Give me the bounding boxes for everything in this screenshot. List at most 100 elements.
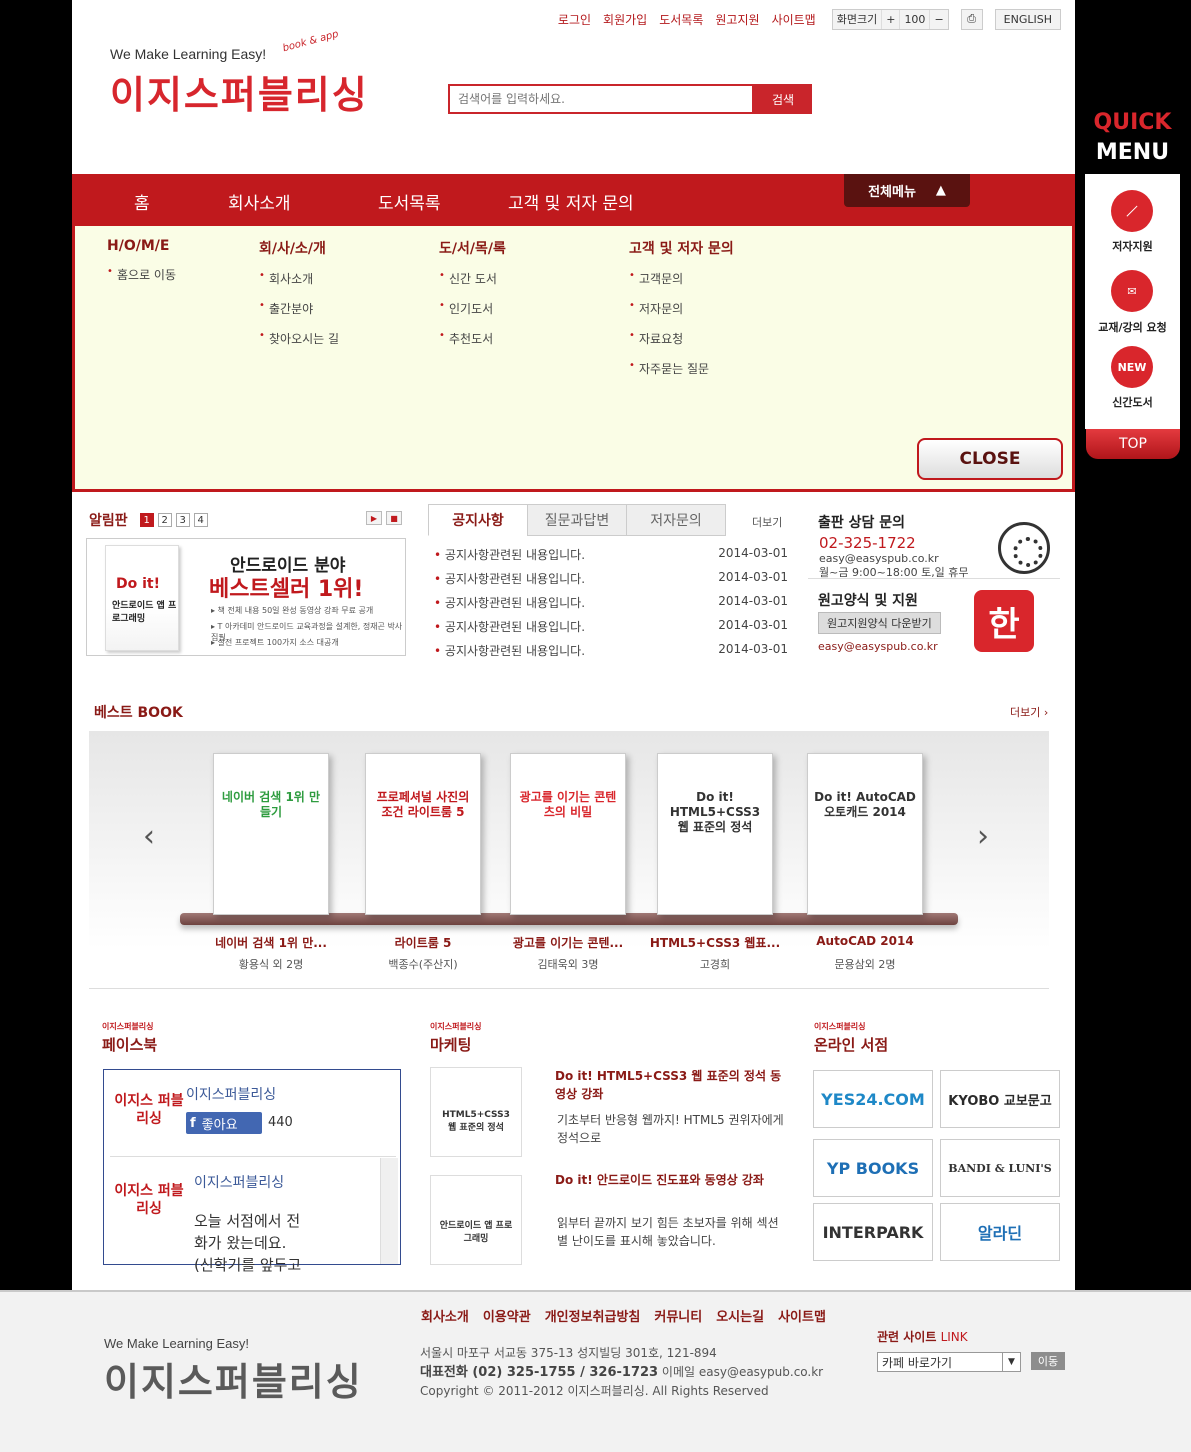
- print-icon[interactable]: ⎙: [960, 8, 983, 30]
- book-cover[interactable]: 광고를 이기는 콘텐츠의 비밀: [510, 753, 626, 915]
- book-cover[interactable]: 네이버 검색 1위 만들기: [213, 753, 329, 915]
- facebook-like-button[interactable]: f 좋아요: [186, 1112, 262, 1134]
- book-cover[interactable]: 프로페셔널 사진의 조건 라이트룸 5: [365, 753, 481, 915]
- play-icon[interactable]: ▶: [366, 511, 382, 525]
- mega-col-title: 회/사/소/개: [259, 241, 326, 257]
- list-item[interactable]: 공지사항관련된 내용입니다.2014-03-01: [434, 570, 788, 594]
- marketing-item-title[interactable]: Do it! 안드로이드 진도표와 동영상 강좌: [555, 1171, 785, 1189]
- close-menu-button[interactable]: CLOSE: [917, 438, 1063, 480]
- footer-link[interactable]: 오시는길: [716, 1306, 764, 1325]
- banner-book-series: Do it!: [116, 576, 160, 592]
- book-title[interactable]: 네이버 검색 1위 만...: [201, 934, 341, 951]
- marketing-item-desc: 읽부터 끝까지 보기 힘든 초보자를 위해 섹션별 난이도를 표시해 놓았습니다…: [557, 1216, 779, 1248]
- facebook-label-small: 이지스퍼블리싱: [102, 1022, 154, 1031]
- mega-item[interactable]: 고객문의: [629, 270, 734, 300]
- nav-books[interactable]: 도서목록: [378, 189, 441, 214]
- search-input[interactable]: [448, 84, 754, 114]
- tab-qna[interactable]: 질문과답변: [527, 504, 627, 536]
- facebook-icon: f: [190, 1115, 196, 1131]
- manuscript-email: easy@easyspub.co.kr: [818, 640, 938, 653]
- best-book-carousel: ‹ › 네이버 검색 1위 만들기 프로페셔널 사진의 조건 라이트룸 5 광고…: [89, 731, 1049, 989]
- english-button[interactable]: ENGLISH: [994, 8, 1061, 30]
- join-link[interactable]: 회원가입: [603, 11, 647, 28]
- chevron-left-icon[interactable]: ‹: [143, 819, 155, 854]
- manuscript-link[interactable]: 원고지원: [715, 11, 759, 28]
- notice-page-3[interactable]: 3: [175, 513, 190, 527]
- site-logo[interactable]: We Make Learning Easy! book & app 이지스퍼블리…: [110, 29, 369, 119]
- facebook-post-name[interactable]: 이지스퍼블리싱: [194, 1172, 284, 1192]
- store-ypbooks[interactable]: YP BOOKS: [813, 1139, 933, 1197]
- footer-link[interactable]: 개인정보취급방침: [545, 1306, 641, 1325]
- notice-page-1[interactable]: 1: [139, 513, 154, 527]
- marketing-book-image[interactable]: HTML5+CSS3 웹 표준의 정석: [430, 1067, 522, 1157]
- book-title[interactable]: HTML5+CSS3 웹표...: [645, 934, 785, 951]
- contact-box: 출판 상담 문의 02-325-1722 easy@easyspub.co.kr…: [808, 504, 1060, 660]
- nav-home[interactable]: 홈: [134, 189, 150, 214]
- chevron-right-icon[interactable]: ›: [977, 819, 989, 854]
- nav-support[interactable]: 고객 및 저자 문의: [508, 189, 634, 214]
- font-size-minus-button[interactable]: −: [930, 10, 947, 29]
- facebook-page-name[interactable]: 이지스퍼블리싱: [186, 1084, 276, 1104]
- marketing-item-title[interactable]: Do it! HTML5+CSS3 웹 표준의 정석 동영상 강좌: [555, 1067, 785, 1103]
- top-button[interactable]: TOP: [1086, 429, 1180, 459]
- nav-company[interactable]: 회사소개: [228, 189, 291, 214]
- footer-link[interactable]: 회사소개: [421, 1306, 469, 1325]
- list-item[interactable]: 공지사항관련된 내용입니다.2014-03-01: [434, 594, 788, 618]
- mail-icon[interactable]: ✉: [1111, 270, 1153, 312]
- list-item[interactable]: 공지사항관련된 내용입니다.2014-03-01: [434, 546, 788, 570]
- book-cover[interactable]: Do it! HTML5+CSS3 웹 표준의 정석: [657, 753, 773, 915]
- login-link[interactable]: 로그인: [558, 11, 591, 28]
- scrollbar[interactable]: [380, 1158, 398, 1264]
- pencil-icon[interactable]: ／: [1111, 190, 1153, 232]
- best-more-link[interactable]: 더보기 ›: [1010, 704, 1048, 720]
- store-aladin[interactable]: 알라딘: [940, 1203, 1060, 1261]
- notice-title: 알림판: [89, 513, 128, 529]
- mega-item[interactable]: 자주묻는 질문: [629, 360, 734, 390]
- related-sites-select[interactable]: 카페 바로가기 ▼: [877, 1352, 1021, 1372]
- promo-banner[interactable]: Do it! 안드로이드 앱 프로그래밍 안드로이드 분야 베스트셀러 1위! …: [86, 538, 406, 656]
- notice-page-2[interactable]: 2: [157, 513, 172, 527]
- book-cover[interactable]: Do it! AutoCAD 오토캐드 2014: [807, 753, 923, 915]
- mega-item[interactable]: 추천도서: [439, 330, 506, 360]
- tab-author[interactable]: 저자문의: [626, 504, 726, 536]
- mega-item[interactable]: 출간분야: [259, 300, 339, 330]
- font-size-plus-button[interactable]: +: [882, 9, 901, 29]
- mega-item[interactable]: 신간 도서: [439, 270, 506, 300]
- sitemap-link[interactable]: 사이트맵: [772, 11, 816, 28]
- footer-link[interactable]: 커뮤니티: [654, 1306, 702, 1325]
- mega-item[interactable]: 자료요청: [629, 330, 734, 360]
- chevron-down-icon: ▼: [1002, 1353, 1020, 1371]
- store-interpark[interactable]: INTERPARK: [813, 1203, 933, 1261]
- mega-item[interactable]: 홈으로 이동: [107, 266, 176, 296]
- footer-link[interactable]: 사이트맵: [778, 1306, 826, 1325]
- mega-item[interactable]: 회사소개: [259, 270, 339, 300]
- mega-item[interactable]: 저자문의: [629, 300, 734, 330]
- board-more-link[interactable]: 더보기: [752, 514, 782, 530]
- new-badge-icon[interactable]: NEW: [1111, 346, 1153, 388]
- quick-item-request[interactable]: 교재/강의 요청: [1085, 319, 1180, 335]
- book-title[interactable]: AutoCAD 2014: [795, 934, 935, 948]
- quick-item-author[interactable]: 저자지원: [1085, 238, 1180, 254]
- search-button[interactable]: 검색: [754, 84, 812, 114]
- book-title[interactable]: 라이트룸 5: [353, 934, 493, 951]
- store-yes24[interactable]: YES24.COM: [813, 1070, 933, 1128]
- mega-item[interactable]: 인기도서: [439, 300, 506, 330]
- book-title[interactable]: 광고를 이기는 콘텐...: [498, 934, 638, 951]
- mega-col-support: 고객 및 저자 문의 고객문의 저자문의 자료요청 자주묻는 질문: [629, 238, 734, 390]
- quick-title: QUICK: [1093, 110, 1172, 135]
- go-button[interactable]: 이동: [1031, 1352, 1065, 1370]
- notice-page-4[interactable]: 4: [193, 513, 208, 527]
- store-bandi[interactable]: BANDI & LUNI'S: [940, 1139, 1060, 1197]
- tab-notice[interactable]: 공지사항: [428, 504, 528, 536]
- download-form-button[interactable]: 원고지원양식 다운받기: [818, 612, 941, 634]
- list-item[interactable]: 공지사항관련된 내용입니다.2014-03-01: [434, 618, 788, 642]
- books-link[interactable]: 도서목록: [659, 11, 703, 28]
- marketing-book-image[interactable]: 안드로이드 앱 프로그래밍: [430, 1175, 522, 1265]
- list-item[interactable]: 공지사항관련된 내용입니다.2014-03-01: [434, 642, 788, 666]
- mega-item[interactable]: 찾아오시는 길: [259, 330, 339, 360]
- footer-link[interactable]: 이용약관: [483, 1306, 531, 1325]
- all-menu-button[interactable]: 전체메뉴 ▲: [844, 174, 970, 207]
- quick-item-new[interactable]: 신간도서: [1085, 394, 1180, 410]
- stop-icon[interactable]: ■: [386, 511, 402, 525]
- store-kyobo[interactable]: KYOBO 교보문고: [940, 1070, 1060, 1128]
